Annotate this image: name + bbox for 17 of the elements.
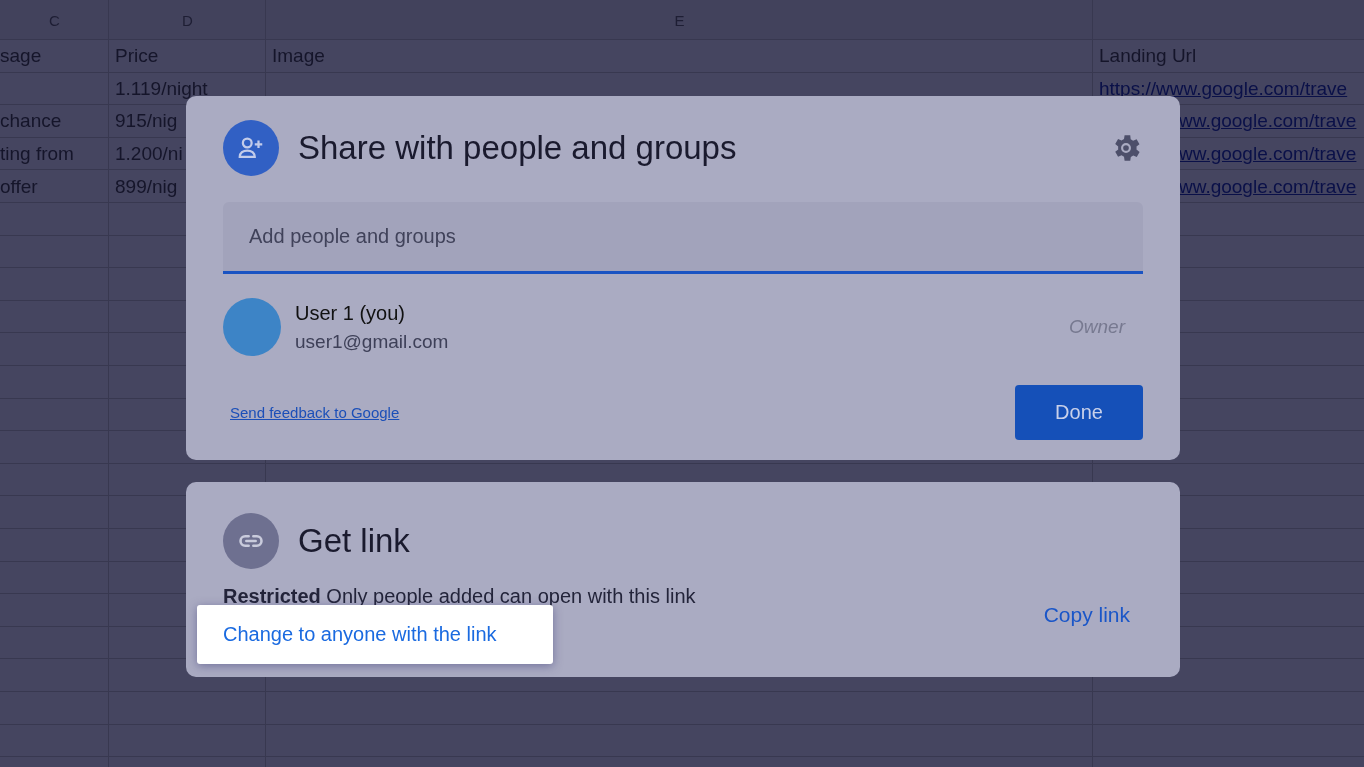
link[interactable]: ww.google.com/trave [1179, 143, 1357, 166]
link[interactable]: ww.google.com/trave [1179, 175, 1357, 198]
link[interactable]: https://www.google.com/trave [1099, 77, 1348, 100]
search-field[interactable]: Add people and groups [223, 202, 1143, 274]
add-person-icon [223, 120, 279, 176]
access-description: Restricted Only people added can open with this link [223, 585, 696, 608]
user-email: user1@gmail.com [295, 330, 450, 353]
done-button[interactable]: Done [1015, 385, 1143, 440]
dialog-title: Share with people and groups [298, 129, 738, 167]
avatar [223, 298, 281, 356]
link-icon [223, 513, 279, 569]
change-access-link[interactable]: Change to anyone with the link [223, 623, 497, 646]
feedback-link[interactable]: Send feedback to Google [230, 404, 400, 421]
copy-link[interactable]: Copy link [1043, 603, 1130, 627]
dialog-title: Get link [298, 522, 410, 560]
user-name: User 1 (you) [295, 301, 407, 325]
link[interactable]: ww.google.com/trave [1179, 110, 1357, 133]
